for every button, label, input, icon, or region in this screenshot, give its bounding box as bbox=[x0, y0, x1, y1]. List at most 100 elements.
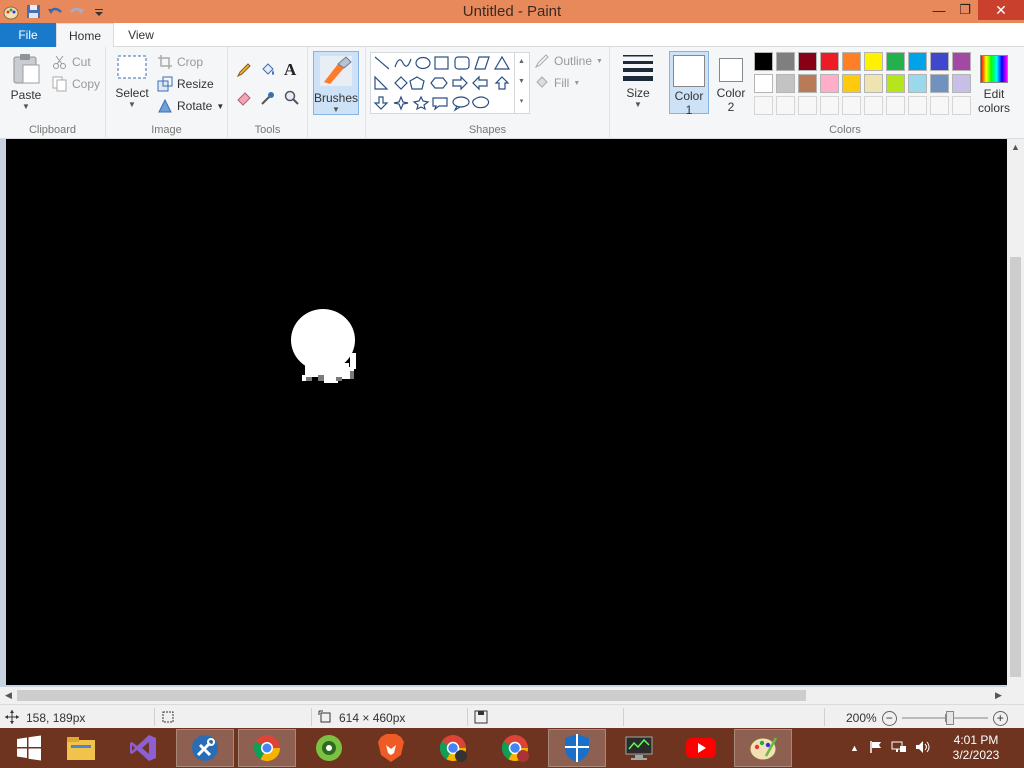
palette-swatch[interactable] bbox=[842, 74, 861, 93]
palette-swatch[interactable] bbox=[908, 52, 927, 71]
zoom-slider-thumb[interactable] bbox=[945, 711, 954, 725]
maximize-button[interactable]: ❐ bbox=[952, 0, 978, 20]
palette-swatch[interactable] bbox=[886, 52, 905, 71]
palette-swatch[interactable] bbox=[754, 74, 773, 93]
palette-custom-slot[interactable] bbox=[930, 96, 949, 115]
brushes-button[interactable]: Brushes ▼ bbox=[313, 51, 359, 115]
edit-colors-button[interactable]: Edit colors bbox=[976, 51, 1012, 115]
palette-swatch[interactable] bbox=[820, 52, 839, 71]
taskbar-visual-studio[interactable] bbox=[114, 729, 172, 767]
palette-custom-slot[interactable] bbox=[776, 96, 795, 115]
paste-dropdown-icon[interactable]: ▼ bbox=[6, 102, 46, 111]
palette-custom-slot[interactable] bbox=[886, 96, 905, 115]
taskbar-chrome-profile-c[interactable] bbox=[486, 729, 544, 767]
size-button[interactable]: Size ▼ bbox=[616, 51, 660, 115]
flag-icon[interactable] bbox=[869, 740, 883, 757]
palette-swatch[interactable] bbox=[776, 74, 795, 93]
rotate-button[interactable]: Rotate ▼ bbox=[157, 96, 224, 116]
palette-swatch[interactable] bbox=[754, 52, 773, 71]
palette-swatch[interactable] bbox=[776, 52, 795, 71]
palette-swatch[interactable] bbox=[864, 52, 883, 71]
taskbar-youtube[interactable] bbox=[672, 729, 730, 767]
taskbar-camtasia[interactable] bbox=[300, 729, 358, 767]
select-button[interactable]: Select ▼ bbox=[112, 53, 152, 115]
taskbar-brave[interactable] bbox=[362, 729, 420, 767]
taskbar-chrome-profile-b[interactable] bbox=[424, 729, 482, 767]
scroll-left-icon[interactable]: ◀ bbox=[5, 690, 12, 701]
tab-home[interactable]: Home bbox=[56, 23, 114, 48]
palette-swatch[interactable] bbox=[864, 74, 883, 93]
magnifier-icon[interactable] bbox=[284, 90, 300, 106]
scroll-up-icon[interactable]: ▲ bbox=[1011, 142, 1020, 152]
palette-swatch[interactable] bbox=[952, 74, 971, 93]
taskbar-chrome[interactable] bbox=[238, 729, 296, 767]
palette-custom-slot[interactable] bbox=[842, 96, 861, 115]
eraser-icon[interactable] bbox=[236, 90, 252, 106]
horizontal-scrollbar[interactable]: ◀ ▶ bbox=[0, 687, 1024, 704]
taskbar-windows-defender[interactable] bbox=[548, 729, 606, 767]
brushes-dropdown-icon[interactable]: ▼ bbox=[314, 105, 358, 114]
shapes-scroll[interactable]: ▲ ▼ ▾ bbox=[514, 52, 528, 114]
fill-bucket-icon[interactable] bbox=[260, 62, 276, 78]
palette-custom-slot[interactable] bbox=[798, 96, 817, 115]
start-button[interactable] bbox=[0, 729, 58, 767]
zoom-in-icon[interactable]: + bbox=[992, 710, 1008, 726]
palette-swatch[interactable] bbox=[952, 52, 971, 71]
taskbar-clock[interactable]: 4:01 PM 3/2/2023 bbox=[946, 733, 1006, 763]
shapes-gallery[interactable] bbox=[370, 52, 530, 114]
scroll-right-icon[interactable]: ▶ bbox=[995, 690, 1002, 701]
palette-swatch[interactable] bbox=[798, 52, 817, 71]
taskbar-file-explorer[interactable] bbox=[52, 729, 110, 767]
tab-view[interactable]: View bbox=[114, 23, 168, 47]
text-tool-icon[interactable]: A bbox=[284, 60, 296, 80]
minimize-button[interactable]: — bbox=[926, 0, 952, 20]
palette-swatch[interactable] bbox=[908, 74, 927, 93]
color1-button[interactable]: Color 1 bbox=[669, 51, 709, 117]
status-bar: 158, 189px 614 × 460px 200% − + bbox=[0, 704, 1024, 728]
copy-button[interactable]: Copy bbox=[52, 74, 100, 94]
show-hidden-icons[interactable]: ▲ bbox=[850, 743, 859, 753]
rotate-dropdown-icon[interactable]: ▼ bbox=[216, 102, 224, 111]
horizontal-scroll-thumb[interactable] bbox=[17, 690, 806, 701]
palette-swatch[interactable] bbox=[842, 52, 861, 71]
outline-button[interactable]: Outline ▼ bbox=[534, 51, 603, 71]
palette-swatch[interactable] bbox=[930, 74, 949, 93]
outline-label: Outline bbox=[554, 54, 593, 68]
palette-custom-slot[interactable] bbox=[864, 96, 883, 115]
drawing-canvas[interactable] bbox=[6, 139, 1007, 685]
select-dropdown-icon[interactable]: ▼ bbox=[112, 100, 152, 109]
brave-lion-icon bbox=[378, 734, 404, 762]
close-button[interactable]: ✕ bbox=[978, 0, 1024, 20]
palette-custom-slot[interactable] bbox=[820, 96, 839, 115]
palette-swatch[interactable] bbox=[798, 74, 817, 93]
taskbar: ▲ 4:01 PM 3/2/2023 bbox=[0, 728, 1024, 768]
zoom-out-icon[interactable]: − bbox=[881, 710, 897, 726]
palette-custom-slot[interactable] bbox=[952, 96, 971, 115]
vertical-scroll-thumb[interactable] bbox=[1010, 257, 1021, 677]
color2-number: 2 bbox=[727, 100, 735, 114]
pencil-icon[interactable] bbox=[236, 62, 252, 78]
crop-button[interactable]: Crop bbox=[157, 52, 203, 72]
size-dropdown-icon[interactable]: ▼ bbox=[616, 100, 660, 109]
fill-button[interactable]: Fill ▼ bbox=[534, 73, 580, 93]
palette-swatch[interactable] bbox=[820, 74, 839, 93]
vertical-scrollbar[interactable]: ▲ bbox=[1007, 139, 1024, 687]
color-picker-icon[interactable] bbox=[260, 90, 276, 106]
taskbar-setup-tool[interactable] bbox=[176, 729, 234, 767]
color2-button[interactable]: Color 2 bbox=[712, 51, 750, 114]
cut-button[interactable]: Cut bbox=[52, 52, 91, 72]
tab-file[interactable]: File bbox=[0, 23, 56, 47]
taskbar-system-monitor[interactable] bbox=[610, 729, 668, 767]
network-icon[interactable] bbox=[891, 740, 907, 757]
canvas-size-text: 614 × 460px bbox=[339, 711, 406, 725]
title-bar: Untitled - Paint — ❐ ✕ bbox=[0, 0, 1024, 23]
palette-swatch[interactable] bbox=[930, 52, 949, 71]
palette-custom-slot[interactable] bbox=[754, 96, 773, 115]
palette-custom-slot[interactable] bbox=[908, 96, 927, 115]
volume-icon[interactable] bbox=[915, 740, 931, 757]
palette-swatch[interactable] bbox=[886, 74, 905, 93]
resize-button[interactable]: Resize bbox=[157, 74, 214, 94]
zoom-slider[interactable] bbox=[901, 711, 988, 725]
paste-button[interactable]: Paste ▼ bbox=[6, 53, 46, 115]
taskbar-paint[interactable] bbox=[734, 729, 792, 767]
